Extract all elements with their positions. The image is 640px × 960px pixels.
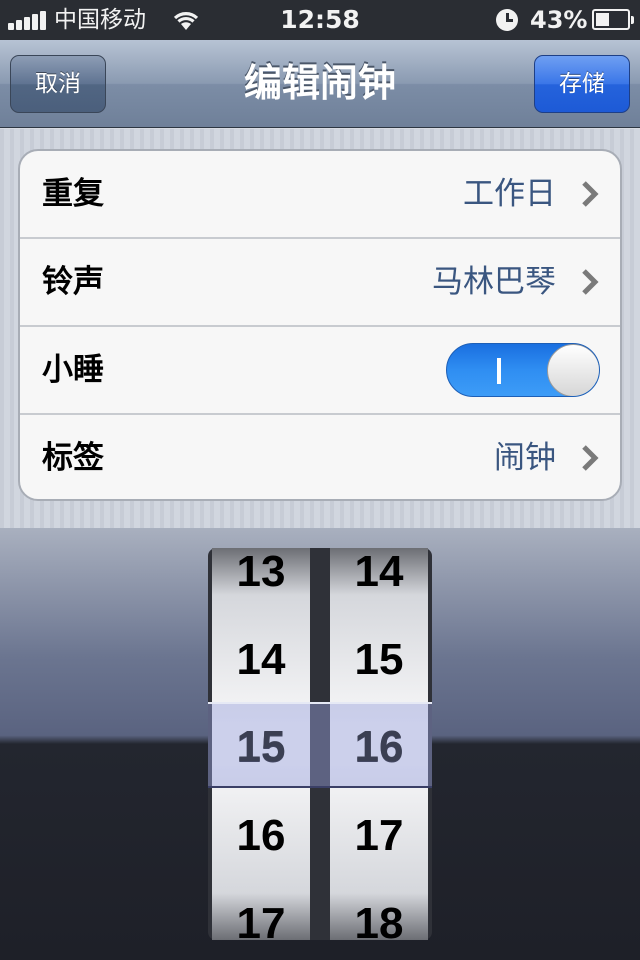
repeat-value: 工作日 xyxy=(463,176,556,212)
time-picker: 13 14 15 16 17 14 15 16 17 18 15 16 xyxy=(0,528,640,960)
picker-selection-bar: 15 16 xyxy=(208,702,432,788)
chevron-right-icon xyxy=(582,181,599,207)
minute-option[interactable]: 17 xyxy=(330,811,428,861)
battery-icon xyxy=(592,9,634,30)
minute-option[interactable]: 18 xyxy=(330,899,428,940)
toggle-knob[interactable] xyxy=(547,344,599,396)
sound-value: 马林巴琴 xyxy=(432,264,556,300)
status-bar: 中国移动 12:58 43% xyxy=(0,0,640,40)
settings-area: 重复 工作日 铃声 马林巴琴 小睡 标签 闹钟 xyxy=(0,129,640,528)
battery-percentage: 43% xyxy=(530,6,588,34)
label-label: 标签 xyxy=(42,440,104,476)
snooze-toggle[interactable] xyxy=(446,343,600,397)
snooze-label: 小睡 xyxy=(42,352,104,388)
chevron-right-icon xyxy=(582,269,599,295)
hour-option[interactable]: 16 xyxy=(212,811,310,861)
selected-hour: 15 xyxy=(236,722,286,771)
battery-level-fill xyxy=(596,13,609,26)
minute-option[interactable]: 15 xyxy=(330,635,428,685)
sound-row[interactable]: 铃声 马林巴琴 xyxy=(20,239,620,327)
toggle-on-indicator xyxy=(497,358,501,384)
chevron-right-icon xyxy=(582,445,599,471)
alarm-settings-group: 重复 工作日 铃声 马林巴琴 小睡 标签 闹钟 xyxy=(18,149,622,501)
hour-option[interactable]: 13 xyxy=(212,548,310,597)
hour-option[interactable]: 14 xyxy=(212,635,310,685)
repeat-label: 重复 xyxy=(42,176,104,212)
label-row[interactable]: 标签 闹钟 xyxy=(20,415,620,499)
label-value: 闹钟 xyxy=(494,440,556,476)
sound-label: 铃声 xyxy=(42,264,104,300)
save-button[interactable]: 存储 xyxy=(534,55,630,113)
alarm-clock-icon xyxy=(496,9,518,31)
navigation-bar: 取消 编辑闹钟 存储 xyxy=(0,40,640,128)
cancel-button[interactable]: 取消 xyxy=(10,55,106,113)
selected-minute: 16 xyxy=(354,722,404,771)
repeat-row[interactable]: 重复 工作日 xyxy=(20,151,620,239)
minute-option[interactable]: 14 xyxy=(330,548,428,597)
page-title: 编辑闹钟 xyxy=(243,61,396,105)
snooze-row: 小睡 xyxy=(20,327,620,415)
hour-option[interactable]: 17 xyxy=(212,899,310,940)
